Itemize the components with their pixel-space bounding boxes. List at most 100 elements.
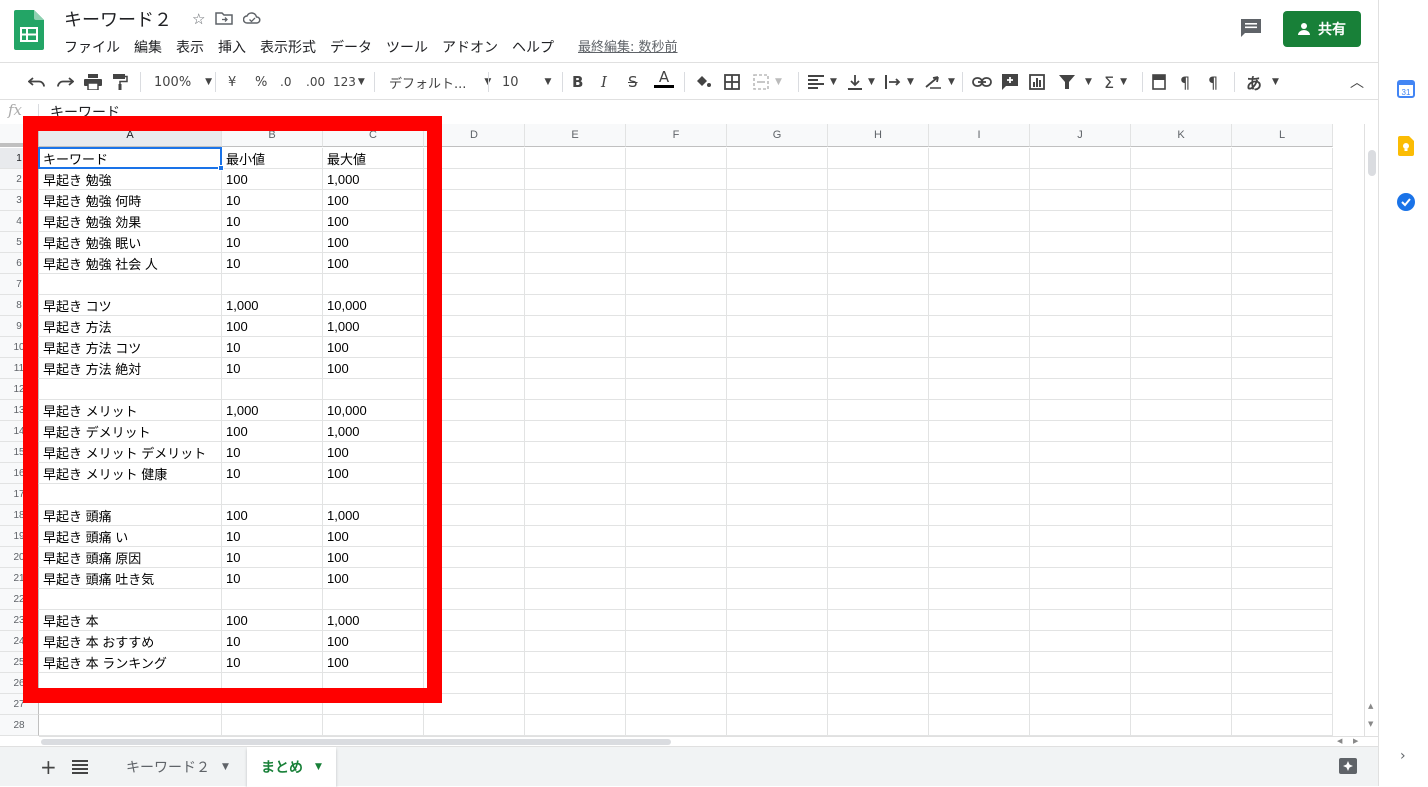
cell[interactable]: [1030, 400, 1131, 421]
cell[interactable]: [1232, 274, 1333, 295]
cell[interactable]: [626, 505, 727, 526]
cell[interactable]: [1030, 337, 1131, 358]
percent-format-button[interactable]: %: [255, 71, 267, 93]
row-header[interactable]: 2: [0, 169, 39, 190]
cell[interactable]: [323, 694, 424, 715]
cell[interactable]: 10: [222, 463, 323, 484]
cell[interactable]: [929, 568, 1030, 589]
cell[interactable]: [929, 484, 1030, 505]
menu-help[interactable]: ヘルプ: [512, 37, 554, 57]
cell[interactable]: [929, 274, 1030, 295]
cell[interactable]: [727, 253, 828, 274]
cell[interactable]: [828, 232, 929, 253]
cell[interactable]: 1,000: [323, 316, 424, 337]
cell[interactable]: 100: [222, 169, 323, 190]
font-size-select[interactable]: 10 ▼: [502, 71, 551, 93]
cell[interactable]: [828, 253, 929, 274]
cell[interactable]: 1,000: [323, 505, 424, 526]
cell[interactable]: 早起き メリット 健康: [39, 463, 222, 484]
cell[interactable]: [828, 568, 929, 589]
cell[interactable]: [1232, 400, 1333, 421]
cell[interactable]: [424, 610, 525, 631]
cell[interactable]: [525, 568, 626, 589]
cell[interactable]: [828, 526, 929, 547]
cell[interactable]: [727, 442, 828, 463]
redo-icon[interactable]: [56, 71, 74, 93]
cell[interactable]: [1030, 589, 1131, 610]
cell[interactable]: 100: [323, 211, 424, 232]
cell[interactable]: [1232, 148, 1333, 169]
cell[interactable]: 100: [323, 190, 424, 211]
cell[interactable]: [828, 148, 929, 169]
cell[interactable]: [1030, 211, 1131, 232]
cell[interactable]: 100: [323, 232, 424, 253]
cell[interactable]: [424, 589, 525, 610]
dropdown-arrow-icon[interactable]: ▼: [222, 762, 229, 772]
cell[interactable]: [1131, 358, 1232, 379]
cell[interactable]: [1232, 484, 1333, 505]
cell[interactable]: [1030, 505, 1131, 526]
increase-decimal-button[interactable]: .00: [306, 71, 325, 93]
cell[interactable]: [727, 610, 828, 631]
cell[interactable]: [828, 547, 929, 568]
cell[interactable]: [727, 547, 828, 568]
cell[interactable]: [1232, 211, 1333, 232]
document-title[interactable]: キーワード２: [64, 6, 172, 32]
cell[interactable]: [1030, 169, 1131, 190]
row-header[interactable]: 24: [0, 631, 39, 652]
row-header[interactable]: 4: [0, 211, 39, 232]
cell[interactable]: [1030, 358, 1131, 379]
cell[interactable]: [424, 232, 525, 253]
cell[interactable]: [929, 211, 1030, 232]
fill-handle[interactable]: [218, 165, 224, 171]
cell[interactable]: [1232, 190, 1333, 211]
sheet-tab-keyword2[interactable]: キーワード２ ▼: [112, 747, 243, 787]
row-header[interactable]: 14: [0, 421, 39, 442]
cell[interactable]: 早起き 方法 コツ: [39, 337, 222, 358]
row-header[interactable]: 25: [0, 652, 39, 673]
cell[interactable]: [828, 358, 929, 379]
cell[interactable]: [626, 715, 727, 736]
cell[interactable]: [1232, 673, 1333, 694]
cell[interactable]: [424, 295, 525, 316]
cell[interactable]: [828, 463, 929, 484]
cell[interactable]: [626, 589, 727, 610]
borders-icon[interactable]: [724, 71, 740, 93]
cell[interactable]: [1131, 715, 1232, 736]
cell[interactable]: [525, 463, 626, 484]
cell[interactable]: 100: [222, 505, 323, 526]
cell[interactable]: [828, 211, 929, 232]
row-header[interactable]: 15: [0, 442, 39, 463]
currency-format-button[interactable]: ¥: [228, 71, 236, 93]
cell[interactable]: [323, 589, 424, 610]
cell[interactable]: [929, 715, 1030, 736]
cell[interactable]: [828, 295, 929, 316]
cell[interactable]: [828, 652, 929, 673]
cell[interactable]: [424, 211, 525, 232]
cell[interactable]: 100: [323, 568, 424, 589]
cell[interactable]: [424, 652, 525, 673]
cell[interactable]: [1131, 442, 1232, 463]
filter-icon[interactable]: ▼: [1059, 71, 1092, 93]
cell[interactable]: [1131, 526, 1232, 547]
cell[interactable]: [727, 505, 828, 526]
cell[interactable]: [1030, 274, 1131, 295]
cell[interactable]: [424, 547, 525, 568]
cell[interactable]: [525, 673, 626, 694]
cell[interactable]: [525, 337, 626, 358]
cell[interactable]: [626, 358, 727, 379]
cell[interactable]: 100: [323, 463, 424, 484]
cell[interactable]: [626, 253, 727, 274]
row-header[interactable]: 11: [0, 358, 39, 379]
cell[interactable]: [1030, 526, 1131, 547]
collapse-menus-icon[interactable]: ︿: [1350, 71, 1364, 93]
cell[interactable]: [727, 421, 828, 442]
cell[interactable]: 早起き 頭痛 吐き気: [39, 568, 222, 589]
cell[interactable]: [1232, 610, 1333, 631]
cell[interactable]: [1131, 505, 1232, 526]
cell[interactable]: [727, 337, 828, 358]
cell[interactable]: [626, 547, 727, 568]
cell[interactable]: [626, 337, 727, 358]
cell[interactable]: 早起き 本: [39, 610, 222, 631]
cell[interactable]: 10: [222, 253, 323, 274]
